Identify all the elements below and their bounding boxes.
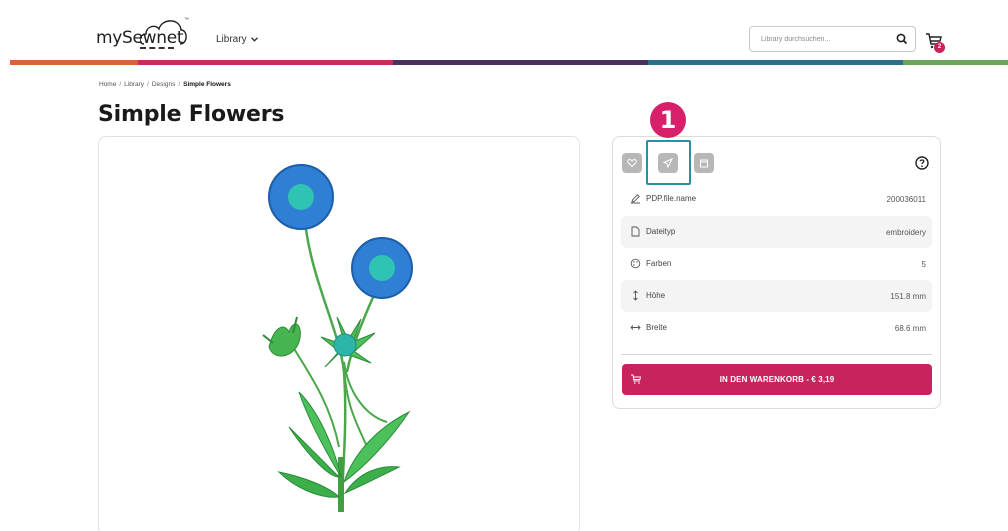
search-input[interactable] — [750, 27, 882, 51]
info-value-height: 151.8 mm — [890, 292, 926, 301]
add-to-cart-label: IN DEN WARENKORB - € 3,19 — [719, 375, 835, 384]
info-label-height: Höhe — [646, 291, 666, 300]
logo-trademark: ™ — [184, 17, 189, 23]
heart-icon — [627, 158, 637, 168]
search-icon[interactable] — [895, 32, 909, 46]
nav-library-menu[interactable]: Library — [216, 34, 258, 45]
width-arrow-icon — [630, 325, 641, 330]
calendar-icon — [700, 159, 708, 168]
brand-color-bar-5 — [903, 60, 1008, 65]
brand-color-bar-3 — [393, 60, 648, 65]
logo-underline — [140, 47, 174, 49]
info-row-filetype: Dateityp embroidery — [621, 216, 932, 248]
info-value-filename: 200036011 — [886, 195, 926, 204]
cart-count-badge: 2 — [934, 42, 945, 53]
breadcrumb-separator: / — [119, 81, 122, 88]
info-value-width: 68.6 mm — [894, 324, 926, 333]
info-row-filename: PDP.file.name 200036011 — [621, 183, 932, 215]
info-label-filetype: Dateityp — [646, 227, 676, 236]
breadcrumb-separator: / — [178, 81, 181, 88]
brand-color-bar-2 — [138, 60, 393, 65]
site-header: mySewnet ™ Library 2 — [0, 0, 1008, 60]
send-button-highlight — [646, 140, 691, 185]
nav-library-label: Library — [216, 34, 247, 45]
design-preview-panel — [98, 136, 580, 531]
chevron-down-icon — [250, 37, 258, 42]
info-value-filetype: embroidery — [885, 228, 926, 237]
breadcrumb-current: Simple Flowers — [183, 81, 231, 88]
breadcrumb-home[interactable]: Home — [99, 81, 116, 88]
info-label-filename: PDP.file.name — [646, 194, 697, 203]
info-label-colors: Farben — [646, 259, 672, 268]
mysewnet-logo[interactable]: mySewnet ™ — [96, 14, 196, 54]
info-value-colors: 5 — [921, 260, 926, 269]
info-label-width: Breite — [646, 323, 667, 332]
info-row-height: Höhe 151.8 mm — [621, 280, 932, 312]
add-to-cart-button[interactable]: IN DEN WARENKORB - € 3,19 — [622, 364, 932, 395]
add-to-calendar-button[interactable] — [694, 153, 714, 173]
favorite-button[interactable] — [622, 153, 642, 173]
height-arrow-icon — [633, 290, 638, 301]
step-marker: 1 — [650, 102, 686, 138]
page-title: Simple Flowers — [98, 102, 285, 127]
brand-color-bar-4 — [648, 60, 903, 65]
breadcrumb-library[interactable]: Library — [124, 81, 144, 88]
search-box — [749, 26, 916, 52]
breadcrumb-designs[interactable]: Designs — [152, 81, 175, 88]
help-circle-icon[interactable] — [914, 155, 930, 171]
cloud-icon — [140, 20, 187, 45]
breadcrumb: Home / Library / Designs / Simple Flower… — [99, 81, 231, 88]
flower-design-image — [262, 164, 413, 513]
info-row-width: Breite 68.6 mm — [621, 312, 932, 344]
pencil-icon — [631, 194, 640, 204]
brand-color-bar-1 — [10, 60, 138, 65]
file-icon — [631, 226, 640, 237]
info-divider — [621, 354, 932, 355]
breadcrumb-separator: / — [147, 81, 149, 88]
palette-icon — [630, 258, 641, 269]
info-row-colors: Farben 5 — [621, 248, 932, 280]
